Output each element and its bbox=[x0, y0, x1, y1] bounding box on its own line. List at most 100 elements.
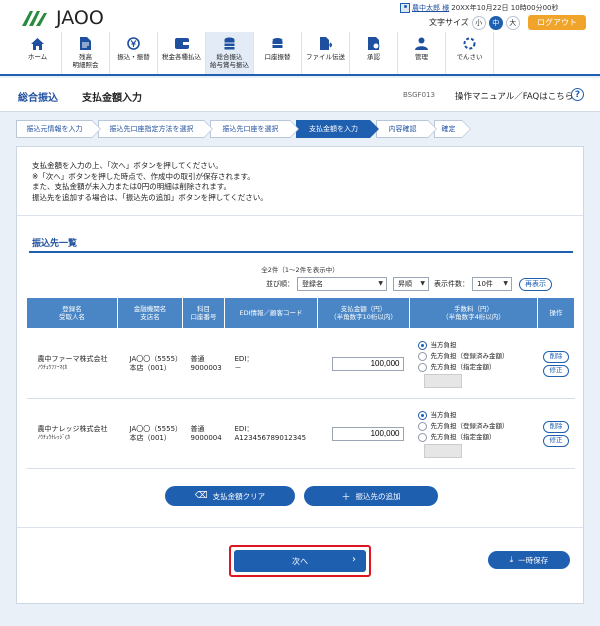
divider bbox=[17, 215, 583, 216]
menu-transfer[interactable]: 振込・振替 bbox=[110, 32, 158, 74]
menu-balance[interactable]: 残高 明細照会 bbox=[62, 32, 110, 74]
order-select[interactable]: 昇順 bbox=[393, 277, 429, 291]
table-row: 農中ナレッジ株式会社 ﾉｳﾁｭｳﾅﾚｯｼﾞ(ｶ JA〇〇（5555） 本店（001）… bbox=[26, 398, 575, 469]
logo[interactable]: JAOO bbox=[20, 7, 104, 29]
progress-steps: 振込元情報を入力 振込先口座指定方法を選択 振込先口座を選択 支払金額を入力 内… bbox=[16, 120, 471, 138]
page-category: 総合振込 bbox=[18, 93, 58, 104]
username-link[interactable]: 農中太郎 様 bbox=[412, 3, 449, 13]
col-bank: 金融機関名 支店名 bbox=[117, 297, 183, 329]
sort-select[interactable]: 登録名 bbox=[297, 277, 387, 291]
instructions: 支払金額を入力の上、「次へ」ボタンを押してください。 ※「次へ」ボタンを押した時… bbox=[32, 161, 268, 203]
page-title: 支払金額入力 bbox=[82, 93, 142, 104]
edi-value: A123456789012345 bbox=[234, 433, 307, 442]
menu-label: 振込・振替 bbox=[117, 53, 150, 61]
sort-label: 並び順： bbox=[266, 280, 294, 288]
menu-approval[interactable]: 承認 bbox=[350, 32, 398, 74]
section-underline bbox=[29, 251, 573, 253]
global-menu: ホーム 残高 明細照会 振込・振替 税金各種払込 総合振込 給与賞与振込 口座振… bbox=[0, 32, 600, 76]
section-title: 振込先一覧 bbox=[32, 239, 78, 249]
menu-home[interactable]: ホーム bbox=[14, 32, 62, 74]
account-number: 9000003 bbox=[190, 363, 222, 372]
file-transfer-icon bbox=[319, 37, 333, 50]
fee-option-registered[interactable]: 先方負担（登録済み金額） bbox=[417, 421, 538, 432]
fee-option-specified[interactable]: 先方負担（指定金額） bbox=[417, 362, 538, 373]
fee-option-our[interactable]: 当方負担 bbox=[417, 410, 538, 421]
radio-selected[interactable] bbox=[417, 410, 427, 420]
menu-label: 承認 bbox=[367, 53, 380, 61]
fee-option-specified[interactable]: 先方負担（指定金額） bbox=[417, 432, 538, 443]
menu-label: 口座振替 bbox=[264, 53, 291, 61]
step-5: 内容確認 bbox=[376, 120, 437, 138]
branch-name: 本店（001） bbox=[129, 433, 171, 442]
menu-label: 残高 明細照会 bbox=[72, 53, 99, 69]
edit-button[interactable]: 修正 bbox=[543, 364, 569, 377]
divider bbox=[17, 527, 583, 528]
account-type: 普通 bbox=[190, 424, 205, 433]
per-page-select[interactable]: 10件 bbox=[472, 277, 512, 291]
help-icon[interactable]: ? bbox=[571, 88, 584, 101]
densai-icon bbox=[463, 37, 477, 50]
logout-button[interactable]: ログアウト bbox=[528, 15, 586, 30]
fee-option-our[interactable]: 当方負担 bbox=[417, 340, 538, 351]
account-type: 普通 bbox=[190, 354, 205, 363]
fee-amount-input[interactable] bbox=[423, 373, 462, 388]
col-fee: 手数料（円） （半角数字4桁以内） bbox=[409, 297, 538, 329]
table-row: 農中ファーマ株式会社 ﾉｳﾁｭｳﾌｧｰﾏ(ｶ JA〇〇（5555） 本店（001） … bbox=[26, 328, 575, 399]
col-amount: 支払金額（円） （半角数字10桁以内） bbox=[317, 297, 410, 329]
payee-name: 農中ナレッジ株式会社 bbox=[37, 424, 108, 433]
radio[interactable] bbox=[417, 351, 427, 361]
delete-button[interactable]: 削除 bbox=[543, 420, 569, 433]
next-button[interactable]: 次へ › bbox=[234, 550, 366, 572]
main-panel: 支払金額を入力の上、「次へ」ボタンを押してください。 ※「次へ」ボタンを押した時… bbox=[16, 146, 584, 604]
yen-transfer-icon bbox=[127, 37, 141, 50]
col-edi: EDI情報／顧客コード bbox=[224, 297, 318, 329]
fee-option-registered[interactable]: 先方負担（登録済み金額） bbox=[417, 351, 538, 362]
screen-id: BSGF013 bbox=[403, 91, 435, 99]
step-3: 振込先口座を選択 bbox=[210, 120, 299, 138]
temporary-save-button[interactable]: ⤓ 一時保存 bbox=[488, 551, 570, 569]
font-size-label: 文字サイズ bbox=[429, 18, 469, 27]
user-icon bbox=[400, 3, 410, 13]
instruction-line: ※「次へ」ボタンを押した時点で、作成中の取引が保存されます。 bbox=[32, 171, 255, 181]
menu-label: 総合振込 給与賞与振込 bbox=[210, 53, 249, 69]
font-size-small-button[interactable]: 小 bbox=[471, 15, 486, 30]
menu-account-transfer[interactable]: 口座振替 bbox=[254, 32, 302, 74]
branch-name: 本店（001） bbox=[129, 363, 171, 372]
home-icon bbox=[31, 37, 45, 50]
coin-stack-icon bbox=[223, 37, 237, 50]
font-size-large-button[interactable]: 大 bbox=[505, 15, 520, 30]
menu-file-transfer[interactable]: ファイル伝送 bbox=[302, 32, 350, 74]
payee-kana: ﾉｳﾁｭｳﾌｧｰﾏ(ｶ bbox=[37, 364, 68, 371]
payee-name: 農中ファーマ株式会社 bbox=[37, 354, 108, 363]
step-4-current: 支払金額を入力 bbox=[296, 120, 379, 138]
add-payee-button[interactable]: ＋振込先の追加 bbox=[304, 486, 438, 506]
menu-label: 税金各種払込 bbox=[162, 53, 201, 61]
coins-icon bbox=[271, 37, 285, 50]
eraser-icon: ⌫ bbox=[194, 491, 208, 501]
bank-name: JA〇〇（5555） bbox=[129, 424, 183, 433]
radio[interactable] bbox=[417, 432, 427, 442]
fee-amount-input[interactable] bbox=[423, 443, 462, 458]
logo-text: JAOO bbox=[56, 7, 104, 29]
edi-label: EDI： bbox=[234, 354, 254, 363]
radio-selected[interactable] bbox=[417, 340, 427, 350]
instruction-line: 振込先を追加する場合は、「振込先の追加」ボタンを押してください。 bbox=[32, 192, 268, 202]
menu-label: ファイル伝送 bbox=[306, 53, 345, 61]
amount-input[interactable] bbox=[331, 356, 404, 371]
menu-bulk-transfer[interactable]: 総合振込 給与賞与振込 bbox=[206, 32, 254, 74]
edit-button[interactable]: 修正 bbox=[543, 434, 569, 447]
clear-amount-button[interactable]: ⌫ 支払金額クリア bbox=[165, 486, 295, 506]
menu-admin[interactable]: 管理 bbox=[398, 32, 446, 74]
redisplay-button[interactable]: 再表示 bbox=[519, 277, 552, 291]
menu-tax[interactable]: 税金各種払込 bbox=[158, 32, 206, 74]
edi-label: EDI： bbox=[234, 424, 254, 433]
menu-densai[interactable]: でんさい bbox=[446, 32, 494, 74]
chevron-right-icon: › bbox=[352, 554, 356, 565]
per-page-label: 表示件数： bbox=[434, 280, 469, 288]
amount-input[interactable] bbox=[331, 426, 404, 441]
radio[interactable] bbox=[417, 421, 427, 431]
delete-button[interactable]: 削除 bbox=[543, 350, 569, 363]
manual-link[interactable]: 操作マニュアル／FAQはこちら bbox=[455, 90, 573, 102]
font-size-medium-button[interactable]: 中 bbox=[488, 15, 503, 30]
radio[interactable] bbox=[417, 362, 427, 372]
